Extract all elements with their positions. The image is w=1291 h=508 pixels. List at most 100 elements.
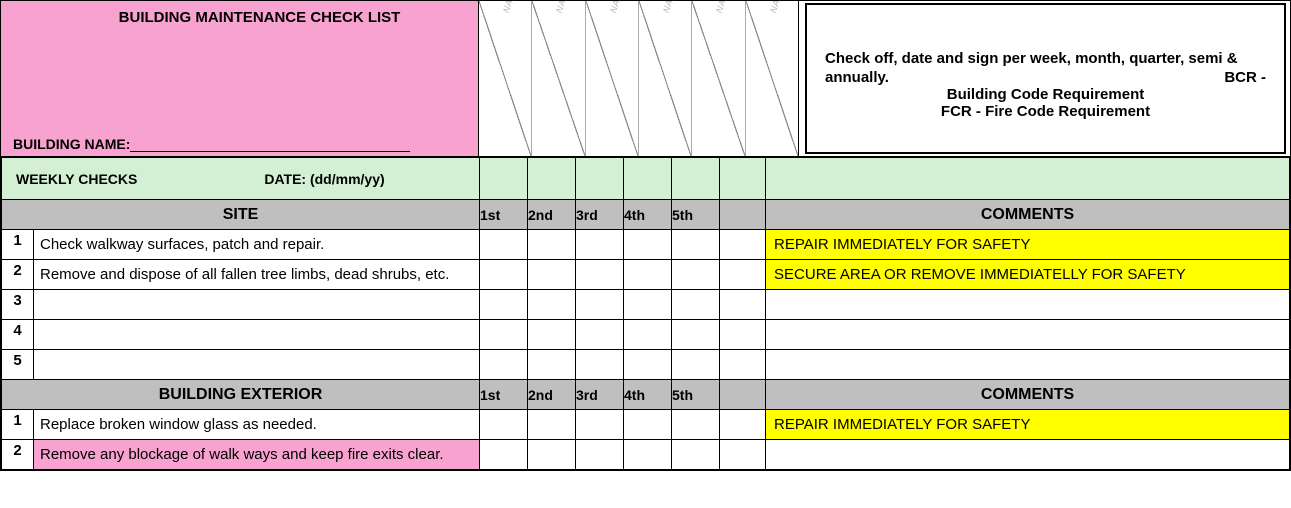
section-title: SITE [2,200,480,230]
table-row: 2Remove and dispose of all fallen tree l… [2,260,1290,290]
check-3rd[interactable] [576,290,624,320]
col-4th: 4th [624,200,672,230]
check-1st[interactable] [480,260,528,290]
name-slot-3[interactable]: NAME [586,1,639,156]
check-1st[interactable] [480,350,528,380]
col-2nd: 2nd [528,200,576,230]
weekly-date-4[interactable] [624,158,672,200]
section-title: BUILDING EXTERIOR [2,380,480,410]
check-4th[interactable] [624,230,672,260]
col-comments: COMMENTS [766,200,1290,230]
row-number: 2 [2,440,34,470]
instructions-box: Check off, date and sign per week, month… [805,3,1286,154]
check-1st[interactable] [480,290,528,320]
building-name-field[interactable]: BUILDING NAME: [13,136,466,152]
check-3rd[interactable] [576,410,624,440]
check-2nd[interactable] [528,440,576,470]
table-row: 5 [2,350,1290,380]
check-3rd[interactable] [576,230,624,260]
check-2nd[interactable] [528,320,576,350]
building-name-label: BUILDING NAME: [13,136,130,152]
document-title: BUILDING MAINTENANCE CHECK LIST [13,9,466,26]
col-4th: 4th [624,380,672,410]
check-1st[interactable] [480,440,528,470]
row-description: Check walkway surfaces, patch and repair… [34,230,480,260]
row-number: 2 [2,260,34,290]
instructions-line-2a: annually. [825,69,889,86]
check-4th[interactable] [624,290,672,320]
check-2nd[interactable] [528,410,576,440]
row-description [34,320,480,350]
weekly-date-2[interactable] [528,158,576,200]
check-3rd[interactable] [576,260,624,290]
check-5th[interactable] [672,230,720,260]
weekly-date-1[interactable] [480,158,528,200]
col-5th: 5th [672,200,720,230]
row-gap [720,230,766,260]
instructions-line-4: FCR - Fire Code Requirement [825,103,1266,120]
col-gap [720,380,766,410]
col-1st: 1st [480,200,528,230]
check-3rd[interactable] [576,350,624,380]
name-slot-5[interactable]: NAME [692,1,745,156]
check-4th[interactable] [624,440,672,470]
check-5th[interactable] [672,350,720,380]
row-number: 1 [2,230,34,260]
check-5th[interactable] [672,290,720,320]
row-comment: REPAIR IMMEDIATELY FOR SAFETY [766,410,1290,440]
row-description: Remove and dispose of all fallen tree li… [34,260,480,290]
check-2nd[interactable] [528,230,576,260]
table-row: 1Replace broken window glass as needed.R… [2,410,1290,440]
check-1st[interactable] [480,320,528,350]
title-block: BUILDING MAINTENANCE CHECK LIST BUILDING… [1,1,479,156]
check-3rd[interactable] [576,320,624,350]
check-2nd[interactable] [528,350,576,380]
check-4th[interactable] [624,350,672,380]
col-comments: COMMENTS [766,380,1290,410]
check-3rd[interactable] [576,440,624,470]
instructions-line-2b: BCR - [1224,69,1266,86]
row-gap [720,410,766,440]
table-row: 1Check walkway surfaces, patch and repai… [2,230,1290,260]
check-4th[interactable] [624,320,672,350]
check-2nd[interactable] [528,290,576,320]
instructions-line-3: Building Code Requirement [825,86,1266,103]
col-5th: 5th [672,380,720,410]
row-description [34,290,480,320]
col-3rd: 3rd [576,200,624,230]
checklist-table: WEEKLY CHECKS DATE: (dd/mm/yy) SITE1st2n… [1,157,1290,470]
weekly-comment-blank [766,158,1290,200]
row-comment: SECURE AREA OR REMOVE IMMEDIATELLY FOR S… [766,260,1290,290]
weekly-date-5[interactable] [672,158,720,200]
header-row: BUILDING MAINTENANCE CHECK LIST BUILDING… [1,1,1290,157]
name-slot-2[interactable]: NAME [532,1,585,156]
row-comment [766,320,1290,350]
col-3rd: 3rd [576,380,624,410]
row-number: 4 [2,320,34,350]
weekly-checks-row: WEEKLY CHECKS DATE: (dd/mm/yy) [2,158,1290,200]
check-5th[interactable] [672,320,720,350]
name-slot-6[interactable]: NAME [746,1,798,156]
check-2nd[interactable] [528,260,576,290]
check-5th[interactable] [672,260,720,290]
row-description: Remove any blockage of walk ways and kee… [34,440,480,470]
weekly-gap [720,158,766,200]
col-2nd: 2nd [528,380,576,410]
check-1st[interactable] [480,410,528,440]
check-4th[interactable] [624,410,672,440]
section-header-row: BUILDING EXTERIOR1st2nd3rd4th5th COMMENTS [2,380,1290,410]
weekly-date-label: DATE: (dd/mm/yy) [264,171,479,187]
check-4th[interactable] [624,260,672,290]
check-1st[interactable] [480,230,528,260]
row-gap [720,320,766,350]
col-1st: 1st [480,380,528,410]
row-gap [720,290,766,320]
col-gap [720,200,766,230]
table-row: 4 [2,320,1290,350]
name-slot-1[interactable]: NAME [479,1,532,156]
check-5th[interactable] [672,410,720,440]
check-5th[interactable] [672,440,720,470]
name-slot-4[interactable]: NAME [639,1,692,156]
checklist-document: BUILDING MAINTENANCE CHECK LIST BUILDING… [0,0,1291,471]
weekly-date-3[interactable] [576,158,624,200]
